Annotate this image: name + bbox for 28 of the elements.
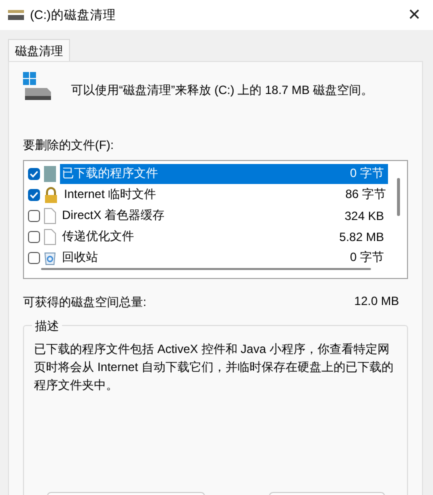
drive-icon	[8, 9, 24, 21]
file-item[interactable]: DirectX 着色器缓存 324 KB	[60, 206, 388, 226]
checkbox[interactable]	[28, 230, 40, 242]
group-legend: 描述	[32, 318, 62, 335]
total-label: 可获得的磁盘空间总量:	[23, 294, 146, 311]
file-icon	[44, 228, 56, 244]
checkbox[interactable]	[28, 188, 40, 200]
checkbox[interactable]	[28, 252, 40, 264]
scrollbar-thumb[interactable]	[397, 178, 400, 216]
intro-text: 可以使用“磁盘清理”来释放 (C:) 上的 18.7 MB 磁盘空间。	[71, 82, 374, 99]
tab[interactable]: 磁盘清理	[8, 39, 70, 61]
file-item[interactable]: 已下载的程序文件 0 字节	[60, 164, 388, 184]
file-item[interactable]: Internet 临时文件 86 字节	[62, 184, 390, 204]
program-icon	[44, 166, 56, 182]
drive-icon	[23, 72, 53, 102]
file-icon	[44, 208, 56, 224]
recycle-bin-icon	[44, 250, 56, 264]
close-button[interactable]: ✕	[404, 5, 425, 25]
files-label: 要删除的文件(F):	[23, 137, 115, 154]
total-value: 12.0 MB	[354, 294, 399, 310]
lock-icon	[44, 186, 58, 202]
file-item[interactable]: 回收站 0 字节	[60, 248, 388, 268]
description-text: 已下载的程序文件包括 ActiveX 控件和 Java 小程序，你查看特定网页时将会从 Internet 自动下载它们，并临时保存在硬盘上的已下载的程序文件夹中。	[34, 341, 394, 394]
scrollbar-thumb[interactable]	[41, 268, 371, 270]
window-title: (C:)的磁盘清理	[30, 6, 117, 24]
checkbox[interactable]	[28, 210, 40, 222]
file-item[interactable]: 传递优化文件 5.82 MB	[60, 226, 388, 246]
checkbox[interactable]	[28, 168, 40, 180]
